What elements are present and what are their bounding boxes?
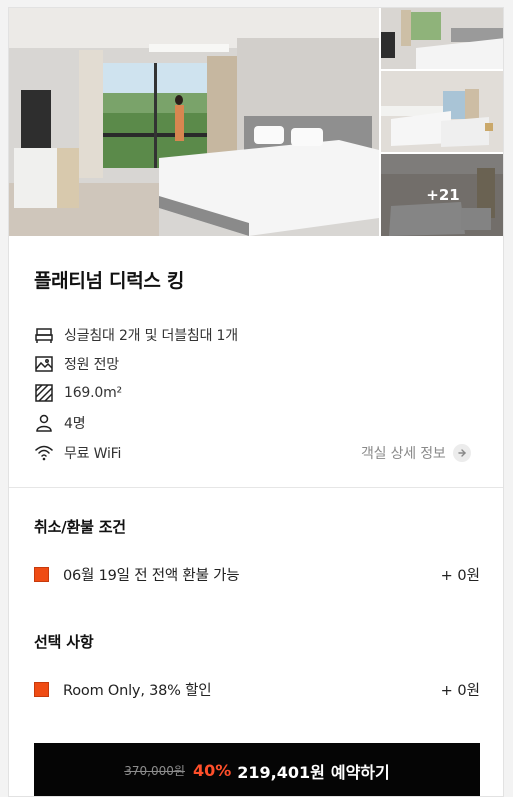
wifi-icon <box>34 443 54 463</box>
final-price: 219,401원 <box>237 762 325 782</box>
cancellation-option[interactable]: 06월 19일 전 전액 환불 가능 + 0원 <box>34 563 480 585</box>
photo-gallery: +21 <box>9 8 503 236</box>
area-icon <box>34 383 54 403</box>
amenity-capacity: 4명 <box>34 412 86 434</box>
room-option-label: Room Only, 38% 할인 <box>63 682 212 699</box>
amenity-bed-text: 싱글침대 2개 및 더블침대 1개 <box>64 328 238 344</box>
book-label: 예약하기 <box>330 762 390 782</box>
more-photos-count: +21 <box>381 154 503 236</box>
options-title: 선택 사항 <box>34 633 94 651</box>
cancellation-option-price: + 0원 <box>440 567 480 584</box>
room-title: 플래티넘 디럭스 킹 <box>34 270 185 292</box>
section-divider <box>9 487 503 488</box>
selected-checkbox[interactable] <box>34 681 49 697</box>
thumbnail-photo-1[interactable] <box>381 8 503 69</box>
book-button[interactable]: 370,000원 40% 219,401원 예약하기 <box>34 743 480 796</box>
more-photos-thumbnail[interactable]: +21 <box>381 154 503 236</box>
main-room-photo[interactable] <box>9 8 379 236</box>
amenity-area: 169.0m² <box>34 382 122 404</box>
amenity-capacity-text: 4명 <box>64 416 86 432</box>
amenity-bed: 싱글침대 2개 및 더블침대 1개 <box>34 324 238 346</box>
room-card: +21 플래티넘 디럭스 킹 싱글침대 2개 및 더블침대 1개 정원 전망 1… <box>8 7 504 797</box>
discount-rate: 40% <box>192 761 232 780</box>
amenity-area-text: 169.0m² <box>64 385 122 401</box>
cancellation-option-label: 06월 19일 전 전액 환불 가능 <box>63 567 240 584</box>
room-detail-link[interactable]: 객실 상세 정보 <box>361 442 471 464</box>
selected-checkbox[interactable] <box>34 566 49 582</box>
room-option[interactable]: Room Only, 38% 할인 + 0원 <box>34 678 480 700</box>
original-price: 370,000원 <box>124 764 185 778</box>
cancellation-title: 취소/환불 조건 <box>34 518 126 536</box>
thumbnail-photo-2[interactable] <box>381 71 503 152</box>
landscape-icon <box>34 354 54 374</box>
amenity-wifi-text: 무료 WiFi <box>64 446 122 462</box>
room-detail-label: 객실 상세 정보 <box>361 446 446 462</box>
bed-icon <box>34 325 54 345</box>
amenity-wifi: 무료 WiFi <box>34 442 121 464</box>
arrow-right-icon <box>452 444 471 462</box>
room-option-price: + 0원 <box>440 682 480 699</box>
amenity-view: 정원 전망 <box>34 353 119 375</box>
amenity-view-text: 정원 전망 <box>64 357 119 373</box>
person-icon <box>34 413 54 433</box>
